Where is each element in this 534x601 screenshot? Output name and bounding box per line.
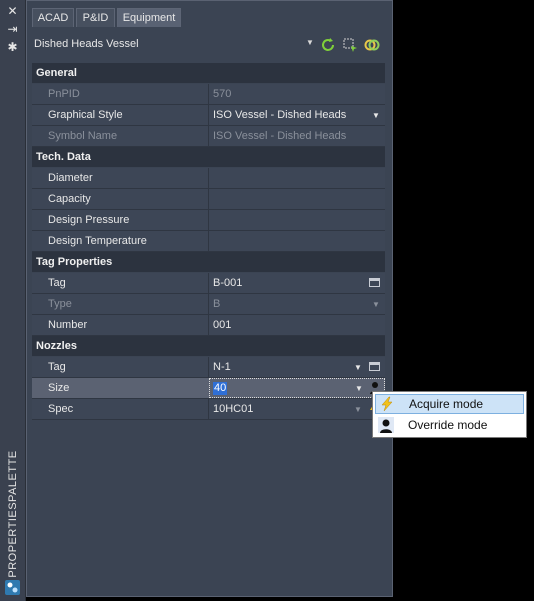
column-divider <box>208 294 209 314</box>
property-label: Tag <box>48 277 66 289</box>
column-divider <box>208 231 209 251</box>
menu-item-label: Acquire mode <box>409 397 484 411</box>
property-row-type[interactable]: Type B ▼ <box>32 294 385 315</box>
property-row-nozzle-tag[interactable]: Tag N-1 ▼ <box>32 357 385 378</box>
property-label: Design Pressure <box>48 214 130 226</box>
plant3d-logo-icon[interactable] <box>5 580 20 595</box>
object-type-dropdown[interactable]: Dished Heads Vessel ▼ <box>32 34 316 56</box>
property-label: Design Temperature <box>48 235 147 247</box>
tab-equipment[interactable]: Equipment <box>117 8 181 27</box>
assign-tag-icon[interactable] <box>369 362 380 371</box>
palette-title-strip: ✕ ⇥ ✱ PROPERTIESPALETTE <box>0 0 26 601</box>
property-row-graphical-style[interactable]: Graphical Style ISO Vessel - Dished Head… <box>32 105 385 126</box>
property-label: Tag <box>48 361 66 373</box>
property-label: Spec <box>48 403 74 415</box>
property-row-size[interactable]: Size 40 ▼ <box>32 378 385 399</box>
chevron-down-icon: ▼ <box>306 38 314 47</box>
property-value: B-001 <box>213 277 243 289</box>
column-divider <box>208 273 209 293</box>
property-label: Diameter <box>48 172 93 184</box>
column-divider <box>208 168 209 188</box>
settings-icon[interactable]: ✱ <box>4 40 21 54</box>
chevron-down-icon[interactable]: ▼ <box>354 363 362 372</box>
menu-item-label: Override mode <box>408 418 488 432</box>
property-label: Number <box>48 319 88 331</box>
column-divider <box>208 105 209 125</box>
property-row-pnpid[interactable]: PnPID 570 <box>32 84 385 105</box>
property-row-tag[interactable]: Tag B-001 <box>32 273 385 294</box>
chevron-down-icon[interactable]: ▼ <box>355 384 363 393</box>
section-general[interactable]: General <box>32 63 385 83</box>
menu-item-acquire-mode[interactable]: Acquire mode <box>375 394 524 414</box>
person-icon <box>378 417 394 433</box>
tab-pid[interactable]: P&ID <box>76 8 115 27</box>
property-label: PnPID <box>48 88 80 100</box>
property-value: 10HC01 <box>213 403 254 415</box>
column-divider <box>208 315 209 335</box>
object-type-value: Dished Heads Vessel <box>34 38 139 50</box>
property-row-spec[interactable]: Spec 10HC01 ▼ <box>32 399 385 420</box>
mode-popup-menu: Acquire mode Override mode <box>372 391 527 438</box>
property-label: Capacity <box>48 193 91 205</box>
property-value: N-1 <box>213 361 231 373</box>
property-label: Size <box>48 382 70 394</box>
column-divider <box>208 84 209 104</box>
size-value-selection: 40 <box>213 382 228 395</box>
select-objects-icon[interactable] <box>341 36 359 54</box>
chevron-down-icon[interactable]: ▼ <box>372 111 380 120</box>
tab-acad[interactable]: ACAD <box>32 8 74 27</box>
column-divider <box>208 210 209 230</box>
chevron-down-icon: ▼ <box>372 300 380 309</box>
property-value: 570 <box>213 88 232 100</box>
section-tag-properties[interactable]: Tag Properties <box>32 252 385 272</box>
column-divider <box>208 126 209 146</box>
property-value: ISO Vessel - Dished Heads <box>213 109 347 121</box>
lightning-icon <box>379 396 395 412</box>
column-divider <box>208 189 209 209</box>
property-row-diameter[interactable]: Diameter <box>32 168 385 189</box>
close-icon[interactable]: ✕ <box>4 4 21 18</box>
section-tech-data[interactable]: Tech. Data <box>32 147 385 167</box>
property-label: Type <box>48 298 72 310</box>
section-nozzles[interactable]: Nozzles <box>32 336 385 356</box>
column-divider <box>208 357 209 377</box>
property-row-symbol-name[interactable]: Symbol Name ISO Vessel - Dished Heads <box>32 126 385 147</box>
property-value: 001 <box>213 319 232 331</box>
autohide-icon[interactable]: ⇥ <box>4 22 21 36</box>
property-row-design-temperature[interactable]: Design Temperature <box>32 231 385 252</box>
chevron-down-icon[interactable]: ▼ <box>354 405 362 414</box>
property-row-capacity[interactable]: Capacity <box>32 189 385 210</box>
property-label: Symbol Name <box>48 130 118 142</box>
property-row-design-pressure[interactable]: Design Pressure <box>32 210 385 231</box>
menu-item-override-mode[interactable]: Override mode <box>375 416 524 436</box>
size-value-field[interactable]: 40 ▼ <box>209 378 385 398</box>
palette-title: PROPERTIESPALETTE <box>6 450 19 578</box>
property-label: Graphical Style <box>48 109 123 121</box>
refresh-icon[interactable] <box>319 36 337 54</box>
property-value: ISO Vessel - Dished Heads <box>213 130 347 142</box>
assign-tag-icon[interactable] <box>369 278 380 287</box>
property-value: B <box>213 298 221 310</box>
property-row-number[interactable]: Number 001 <box>32 315 385 336</box>
column-divider <box>208 399 209 419</box>
quick-select-icon[interactable] <box>363 36 381 54</box>
